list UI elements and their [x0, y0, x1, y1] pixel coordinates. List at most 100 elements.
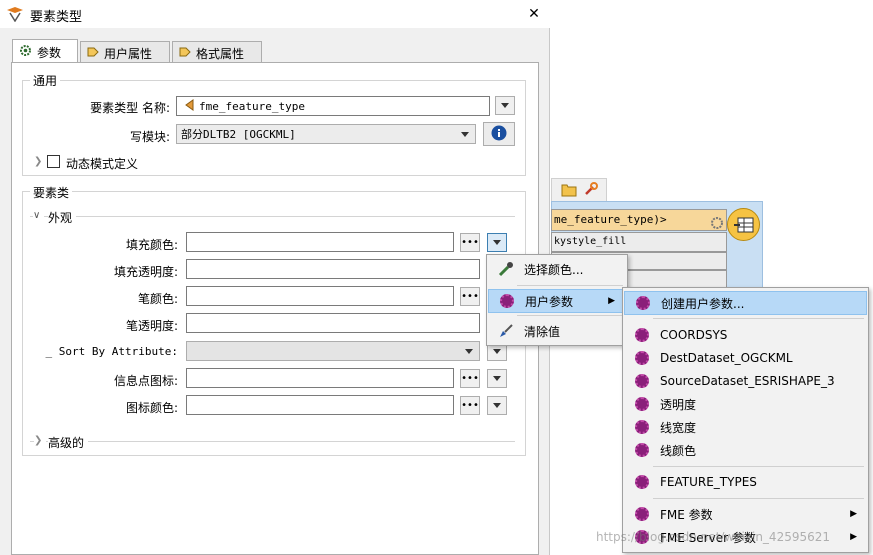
writer-value: 部分DLTB2 [OGCKML] — [181, 128, 296, 141]
tag-arrow-icon — [179, 46, 191, 61]
user-parameter-icon — [634, 373, 650, 389]
pen-opacity-field[interactable] — [186, 313, 480, 333]
user-parameter-icon — [634, 350, 650, 366]
menu-item-create-user-parameter[interactable]: 创建用户参数... — [624, 291, 867, 315]
fill-color-label: 填充颜色: — [125, 238, 178, 252]
pen-color-label: 笔颜色: — [137, 292, 178, 306]
icon-color-dropdown-button[interactable] — [487, 396, 507, 415]
pen-color-ellipsis-button[interactable]: ••• — [460, 287, 480, 306]
wrench-icon[interactable] — [583, 182, 599, 200]
dynamic-schema-checkbox[interactable] — [47, 155, 60, 168]
feature-type-dropdown-button[interactable] — [495, 96, 515, 115]
pen-opacity-label: 笔透明度: — [125, 319, 178, 333]
menu-separator — [517, 285, 623, 286]
menu-item-feature-types[interactable]: FEATURE_TYPES — [624, 471, 867, 493]
menu-item-label: DestDataset_OGCKML — [660, 351, 793, 365]
user-parameters-submenu: 创建用户参数... COORDSYS DestDataset_OGCKML So… — [622, 287, 869, 553]
menu-item-label: 选择颜色... — [524, 262, 584, 277]
tab-label: 用户属性 — [104, 46, 153, 61]
submenu-arrow-icon: ▶ — [850, 532, 857, 542]
menu-item-line-width[interactable]: 线宽度 — [624, 416, 867, 438]
folder-icon[interactable] — [561, 182, 577, 200]
user-parameter-icon — [634, 419, 650, 435]
advanced-label[interactable]: 高级的 — [48, 434, 89, 451]
tab-parameters[interactable]: 参数 — [12, 39, 78, 64]
menu-separator — [653, 498, 864, 499]
writer-node-header: me_feature_type)> — [551, 209, 727, 231]
menu-item-label: 用户参数 — [525, 294, 574, 309]
submenu-arrow-icon: ▶ — [850, 509, 857, 519]
menu-separator — [653, 466, 864, 467]
appearance-label: 外观 — [48, 209, 77, 226]
menu-item-fme-parameters[interactable]: FME 参数 ▶ — [624, 503, 867, 525]
user-parameter-icon — [634, 506, 650, 522]
tab-format-attributes[interactable]: 格式属性 — [172, 41, 262, 64]
broom-icon — [498, 323, 514, 339]
info-button[interactable] — [483, 122, 515, 146]
appearance-chevron-icon[interactable]: ∨ — [33, 210, 45, 221]
tab-user-attributes[interactable]: 用户属性 — [80, 41, 170, 64]
writer-label: 写模块: — [129, 130, 170, 144]
tab-label: 格式属性 — [196, 46, 245, 61]
context-menu: 选择颜色... 用户参数 ▶ 清除值 — [486, 254, 628, 346]
feature-type-icon — [183, 98, 194, 114]
menu-item-label: COORDSYS — [660, 328, 728, 342]
info-point-icon-ellipsis-button[interactable]: ••• — [460, 369, 480, 388]
close-button[interactable]: ✕ — [524, 4, 544, 24]
tag-arrow-icon — [87, 46, 99, 61]
menu-item-label: FME 参数 — [660, 507, 713, 522]
fill-opacity-field[interactable] — [186, 259, 480, 279]
title-bar: 要素类型 ✕ — [0, 0, 550, 28]
menu-item-label: 透明度 — [660, 397, 697, 412]
writer-node-attribute: kystyle_fill — [551, 232, 727, 252]
menu-item-choose-color[interactable]: 选择颜色... — [488, 258, 626, 280]
advanced-chevron-icon[interactable]: ❯ — [34, 435, 47, 446]
info-point-icon-field[interactable] — [186, 368, 454, 388]
menu-item-label: 线颜色 — [660, 443, 697, 458]
app-logo-icon — [6, 6, 24, 23]
menu-item-transparency[interactable]: 透明度 — [624, 393, 867, 415]
user-parameter-icon — [499, 293, 515, 309]
sort-by-attribute-select[interactable] — [186, 341, 480, 361]
menu-item-label: 线宽度 — [660, 420, 697, 435]
gear-icon — [19, 44, 32, 60]
feature-type-name-value: fme_feature_type — [199, 99, 305, 113]
general-legend: 通用 — [30, 72, 61, 89]
fill-color-ellipsis-button[interactable]: ••• — [460, 233, 480, 252]
menu-item-line-color[interactable]: 线颜色 — [624, 439, 867, 461]
icon-color-field[interactable] — [186, 395, 454, 415]
watermark: https://blog.csdn.net/weixin_42595621 — [596, 530, 831, 544]
menu-item-dest-dataset[interactable]: DestDataset_OGCKML — [624, 347, 867, 369]
user-parameter-icon — [634, 327, 650, 343]
fill-color-dropdown-button[interactable] — [487, 233, 507, 252]
menu-separator — [653, 318, 864, 319]
chevron-down-icon — [465, 349, 473, 354]
submenu-arrow-icon: ▶ — [608, 296, 615, 306]
info-point-icon-dropdown-button[interactable] — [487, 369, 507, 388]
eyedropper-icon — [498, 261, 514, 277]
advanced-divider — [30, 441, 515, 442]
writer-select[interactable]: 部分DLTB2 [OGCKML] — [176, 124, 476, 144]
fill-opacity-label: 填充透明度: — [113, 265, 178, 279]
menu-item-clear-value[interactable]: 清除值 — [488, 320, 626, 342]
expand-chevron-icon[interactable]: ❯ — [34, 156, 42, 167]
writer-table-icon[interactable] — [727, 208, 760, 241]
info-point-icon-label: 信息点图标: — [113, 374, 178, 388]
user-parameter-icon — [634, 396, 650, 412]
menu-item-coordsys[interactable]: COORDSYS — [624, 324, 867, 346]
dynamic-schema-label: 动态模式定义 — [66, 157, 139, 171]
info-icon — [491, 125, 507, 144]
feature-type-dialog: 要素类型 ✕ 参数 用户属性 格式属性 通用 要素类型 名称: fme_feat… — [0, 0, 550, 555]
node-gear-icon[interactable] — [710, 216, 724, 233]
menu-item-source-dataset[interactable]: SourceDataset_ESRISHAPE_3 — [624, 370, 867, 392]
user-parameter-icon — [634, 442, 650, 458]
menu-item-label: SourceDataset_ESRISHAPE_3 — [660, 374, 835, 388]
sort-by-attribute-label: _ Sort By Attribute: — [45, 345, 178, 358]
icon-color-ellipsis-button[interactable]: ••• — [460, 396, 480, 415]
menu-item-user-parameters[interactable]: 用户参数 ▶ — [488, 289, 626, 313]
pen-color-field[interactable] — [186, 286, 454, 306]
fill-color-field[interactable] — [186, 232, 454, 252]
tab-label: 参数 — [37, 45, 62, 60]
user-parameter-icon — [635, 295, 651, 311]
feature-type-name-field[interactable]: fme_feature_type — [176, 96, 490, 116]
